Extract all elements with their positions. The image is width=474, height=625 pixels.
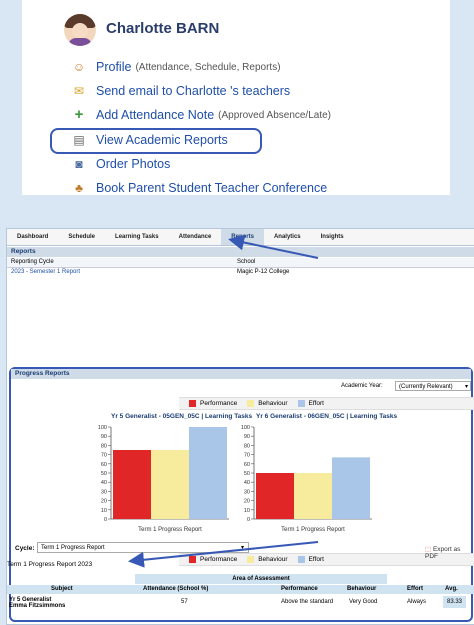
report-title: Term 1 Progress Report 2023 bbox=[7, 561, 93, 568]
student-profile-card: Charlotte BARN ☺ Profile (Attendance, Sc… bbox=[22, 0, 450, 195]
chevron-down-icon: ▾ bbox=[464, 384, 468, 390]
progress-charts: 0102030405060708090100Term 1 Progress Re… bbox=[98, 425, 372, 533]
y-tick-label: 10 bbox=[101, 508, 107, 514]
area-of-assessment-heading: Area of Assessment bbox=[135, 574, 387, 584]
y-tick-label: 60 bbox=[244, 462, 250, 468]
y-tick-label: 50 bbox=[244, 471, 250, 477]
plus-icon: + bbox=[74, 106, 84, 123]
y-tick-label: 20 bbox=[101, 499, 107, 505]
col-school: School bbox=[237, 259, 256, 265]
y-tick-label: 30 bbox=[101, 489, 107, 495]
y-tick-label: 100 bbox=[98, 425, 107, 431]
order-photos-link[interactable]: ◙ Order Photos bbox=[72, 157, 170, 171]
academic-year-select[interactable]: (Currently Relevant) ▾ bbox=[395, 381, 471, 391]
tab-analytics[interactable]: Analytics bbox=[264, 229, 311, 245]
tab-learning-tasks[interactable]: Learning Tasks bbox=[105, 229, 169, 245]
y-tick-label: 0 bbox=[104, 517, 107, 523]
tab-bar: Dashboard Schedule Learning Tasks Attend… bbox=[7, 229, 474, 246]
y-tick-label: 0 bbox=[247, 517, 250, 523]
bar-performance bbox=[113, 450, 151, 519]
tab-schedule[interactable]: Schedule bbox=[58, 229, 105, 245]
y-tick-label: 80 bbox=[244, 443, 250, 449]
highlight-outline bbox=[50, 128, 262, 154]
x-category-label: Term 1 Progress Report bbox=[281, 527, 345, 533]
x-category-label: Term 1 Progress Report bbox=[138, 527, 202, 533]
email-icon: ✉ bbox=[73, 84, 85, 98]
tab-reports[interactable]: Reports bbox=[221, 229, 264, 245]
reports-table: Reporting Cycle School 2023 - Semester 1… bbox=[7, 258, 474, 277]
send-email-link[interactable]: ✉ Send email to Charlotte 's teachers bbox=[72, 84, 290, 98]
y-tick-label: 90 bbox=[101, 434, 107, 440]
y-tick-label: 100 bbox=[241, 425, 250, 431]
profile-icon: ☺ bbox=[72, 60, 86, 74]
chevron-down-icon: ▾ bbox=[240, 545, 244, 551]
y-tick-label: 60 bbox=[101, 462, 107, 468]
academic-year-label: Academic Year: bbox=[341, 383, 383, 389]
y-tick-label: 30 bbox=[244, 489, 250, 495]
y-tick-label: 10 bbox=[244, 508, 250, 514]
y-tick-label: 70 bbox=[244, 453, 250, 459]
chart-title-1: Yr 5 Generalist - 05GEN_05C | Learning T… bbox=[111, 413, 253, 420]
chart-legend-top: Performance Behaviour Effort bbox=[179, 397, 474, 410]
reports-portal: Dashboard Schedule Learning Tasks Attend… bbox=[6, 228, 474, 625]
student-name: Charlotte BARN bbox=[106, 20, 220, 37]
y-tick-label: 40 bbox=[101, 480, 107, 486]
chart-title-2: Yr 6 Generalist - 06GEN_05C | Learning T… bbox=[256, 413, 398, 420]
bar-performance bbox=[256, 473, 294, 519]
table-row[interactable]: Yr 5 Generalist Emma Fitzsimmons 57 Abov… bbox=[7, 595, 474, 609]
tab-dashboard[interactable]: Dashboard bbox=[7, 229, 58, 245]
y-tick-label: 50 bbox=[101, 471, 107, 477]
tab-attendance[interactable]: Attendance bbox=[169, 229, 222, 245]
table-row[interactable]: 2023 - Semester 1 Report Magic P-12 Coll… bbox=[7, 268, 474, 277]
conference-icon: ♣ bbox=[75, 181, 83, 195]
cycle-select[interactable]: Term 1 Progress Report ▾ bbox=[37, 542, 249, 553]
camera-icon: ◙ bbox=[75, 157, 83, 171]
bar-effort bbox=[189, 427, 227, 519]
progress-reports-heading: Progress Reports bbox=[11, 369, 471, 379]
tab-insights[interactable]: Insights bbox=[311, 229, 354, 245]
bar-behaviour bbox=[294, 473, 332, 519]
col-reporting-cycle: Reporting Cycle bbox=[11, 259, 54, 265]
profile-link[interactable]: ☺ Profile (Attendance, Schedule, Reports… bbox=[72, 60, 281, 74]
export-pdf-button[interactable]: ⬚ Export as PDF bbox=[425, 545, 474, 560]
reports-heading: Reports bbox=[7, 247, 474, 257]
y-tick-label: 80 bbox=[101, 443, 107, 449]
book-conference-link[interactable]: ♣ Book Parent Student Teacher Conference bbox=[72, 181, 327, 195]
cycle-label: Cycle: bbox=[15, 545, 35, 552]
y-tick-label: 40 bbox=[244, 480, 250, 486]
table-header: Subject Attendance (School %) Performanc… bbox=[7, 585, 474, 594]
y-tick-label: 90 bbox=[244, 434, 250, 440]
bar-effort bbox=[332, 457, 370, 519]
bar-behaviour bbox=[151, 450, 189, 519]
y-tick-label: 20 bbox=[244, 499, 250, 505]
pdf-icon: ⬚ bbox=[425, 546, 432, 553]
add-attendance-note-link[interactable]: + Add Attendance Note (Approved Absence/… bbox=[72, 106, 331, 123]
y-tick-label: 70 bbox=[101, 453, 107, 459]
student-avatar bbox=[64, 14, 96, 46]
